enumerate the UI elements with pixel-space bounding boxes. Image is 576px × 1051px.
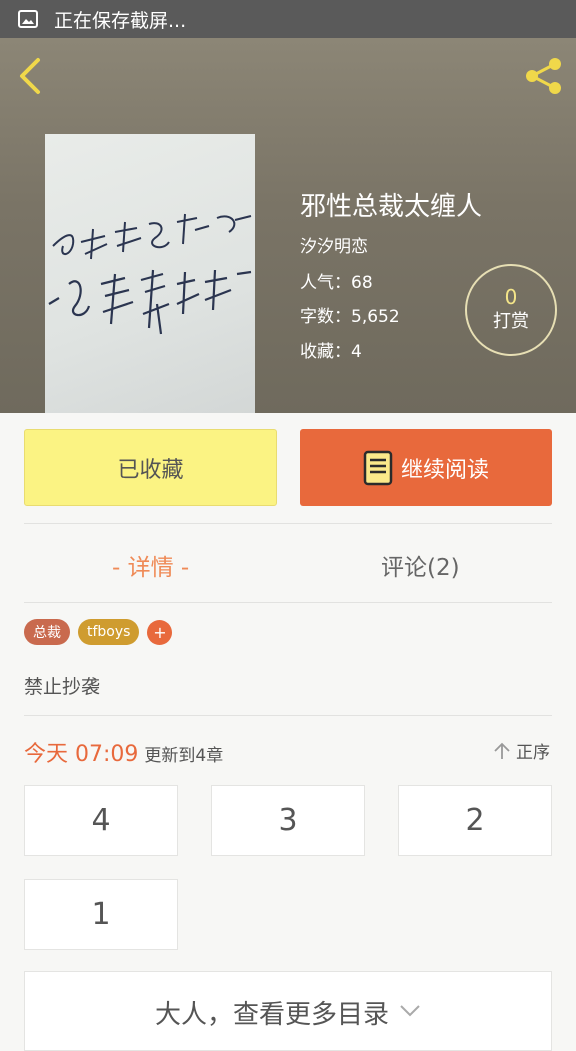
chapter-button[interactable]: 3 [211,785,365,856]
screenshot-icon [18,10,38,28]
book-icon [363,450,393,485]
divider [24,715,552,716]
more-chapters-button[interactable]: 大人，查看更多目录 [24,971,552,1051]
sort-order-label: 正序 [516,743,550,763]
reward-count: 0 [504,285,518,309]
tab-details[interactable]: - 详情 - [112,548,189,582]
tag-list: 总裁 tfboys + [24,619,173,645]
chapter-button[interactable]: 4 [24,785,178,856]
book-description: 禁止抄袭 [24,676,101,698]
book-header: 邪性总裁太缠人 汐汐明恋 人气：68 字数：5,652 收藏：4 0 打赏 [0,38,576,413]
add-tag-button[interactable]: + [147,619,173,645]
arrow-up-icon [494,742,510,759]
tag-item[interactable]: 总裁 [24,619,70,645]
word-count-stat: 字数：5,652 [300,307,400,327]
reward-button[interactable]: 0 打赏 [465,264,557,356]
more-chapters-label: 大人，查看更多目录 [154,1000,389,1030]
book-author[interactable]: 汐汐明恋 [300,232,368,257]
favorited-label: 已收藏 [117,457,184,483]
sort-order-button[interactable]: 正序 [492,738,550,763]
status-text: 正在保存截屏... [54,9,187,32]
continue-reading-label: 继续阅读 [400,457,489,483]
popularity-stat: 人气：68 [300,273,373,293]
status-bar: 正在保存截屏... [0,0,576,38]
update-text: 更新到4章 [144,746,224,766]
book-cover-image[interactable] [45,134,255,413]
cover-handwriting [48,213,252,335]
update-time: 今天 07:09 [24,742,139,767]
favorited-button[interactable]: 已收藏 [24,429,277,506]
favorites-stat: 收藏：4 [300,342,362,362]
reward-label: 打赏 [493,311,529,332]
back-icon[interactable] [14,56,46,96]
tag-item[interactable]: tfboys [78,619,140,645]
divider [24,602,552,603]
continue-reading-button[interactable]: 继续阅读 [300,429,552,506]
update-info: 今天 07:09 更新到4章 [24,736,223,768]
share-icon[interactable] [522,56,566,96]
chapter-button[interactable]: 1 [24,879,178,950]
chapter-button[interactable]: 2 [398,785,552,856]
tab-comments[interactable]: 评论(2) [381,548,460,582]
book-title: 邪性总裁太缠人 [300,192,483,222]
chevron-down-icon [400,1005,420,1017]
divider [24,523,552,524]
